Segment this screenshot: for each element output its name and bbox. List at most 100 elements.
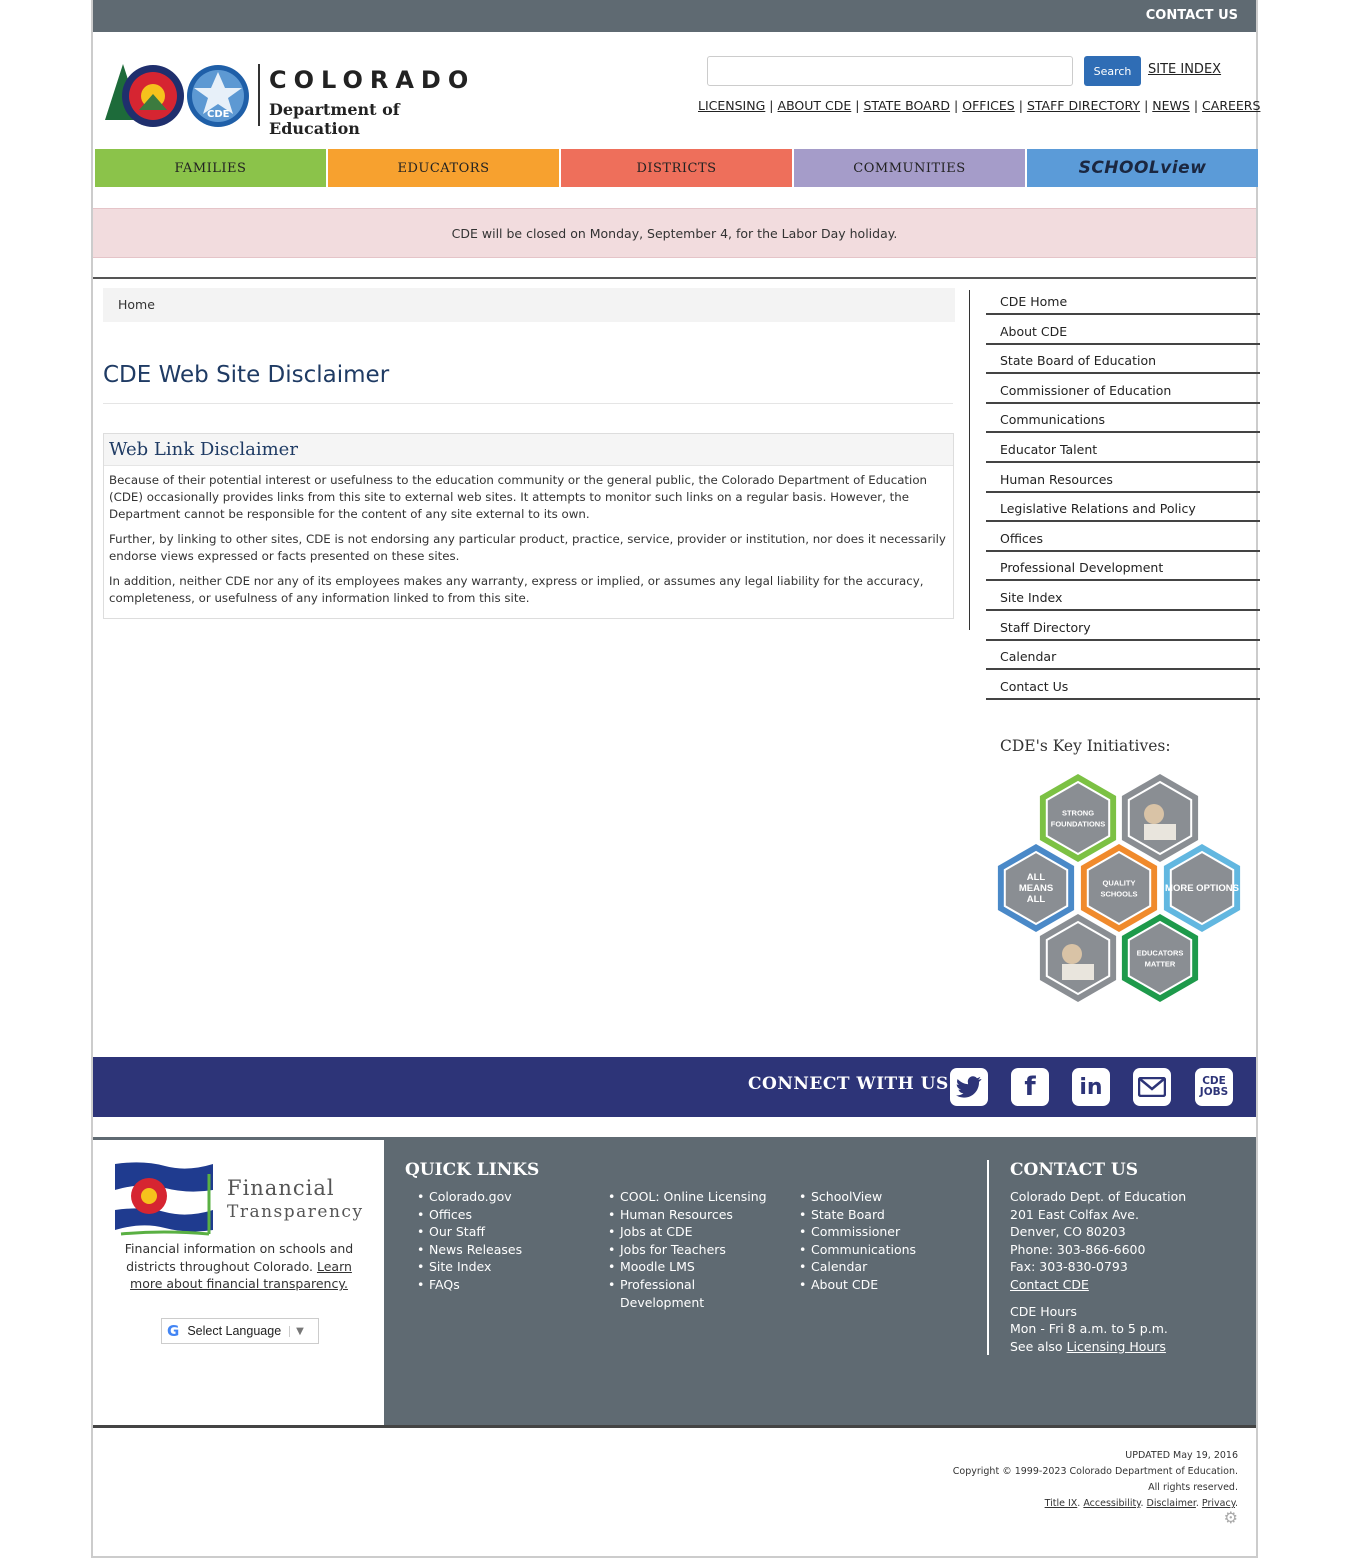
site-index-link[interactable]: SITE INDEX xyxy=(1148,62,1221,77)
hex-label: ALL xyxy=(1027,894,1046,905)
about-cde-link[interactable]: ABOUT CDE xyxy=(778,98,852,113)
hex-label: MEANS xyxy=(1019,883,1053,894)
quick-link[interactable]: Moodle LMS xyxy=(608,1258,778,1276)
financial-transparency-text: Financial information on schools and dis… xyxy=(111,1240,367,1293)
sidebar-item-staff-directory[interactable]: Staff Directory xyxy=(986,613,1260,641)
news-link[interactable]: NEWS xyxy=(1152,98,1190,113)
careers-link[interactable]: CAREERS xyxy=(1202,98,1260,113)
sidebar-item-professional-development[interactable]: Professional Development xyxy=(986,553,1260,582)
quick-link[interactable]: Jobs at CDE xyxy=(608,1223,778,1241)
top-contact-link[interactable]: CONTACT US xyxy=(1146,8,1238,23)
title-ix-link[interactable]: Title IX xyxy=(1045,1498,1078,1509)
quick-link[interactable]: Offices xyxy=(417,1206,522,1224)
quick-link[interactable]: About CDE xyxy=(799,1276,916,1294)
quick-link[interactable]: SchoolView xyxy=(799,1188,916,1206)
see-also-label: See also xyxy=(1010,1338,1063,1354)
contact-line: Phone: 303-866-6600 xyxy=(1010,1241,1146,1257)
nav-communities[interactable]: COMMUNITIES xyxy=(794,149,1025,187)
twitter-icon[interactable] xyxy=(950,1068,988,1106)
hours-text: Mon - Fri 8 a.m. to 5 p.m. xyxy=(1010,1321,1168,1337)
contact-title: CONTACT US xyxy=(1010,1160,1138,1180)
search-input[interactable] xyxy=(707,56,1073,86)
quick-link[interactable]: Human Resources xyxy=(608,1206,778,1224)
fin-title-line1: Financial xyxy=(227,1176,335,1200)
sidebar-item-contact-us[interactable]: Contact Us xyxy=(986,672,1260,700)
nav-educators[interactable]: EDUCATORS xyxy=(328,149,559,187)
cde-jobs-icon[interactable]: CDE JOBS xyxy=(1195,1068,1233,1106)
sidebar-item-legislative[interactable]: Legislative Relations and Policy xyxy=(986,494,1260,523)
legal-info: UPDATED May 19, 2016 Copyright © 1999-20… xyxy=(953,1448,1238,1526)
disclaimer-paragraph: In addition, neither CDE nor any of its … xyxy=(109,574,924,605)
quick-links-col3: SchoolView State Board Commissioner Comm… xyxy=(799,1188,916,1294)
fin-title-line2: Transparency xyxy=(227,1202,364,1222)
initiative-hex[interactable]: MORE OPTIONS xyxy=(1163,844,1241,932)
alert-banner: CDE will be closed on Monday, September … xyxy=(93,208,1256,258)
sidebar-item-about-cde[interactable]: About CDE xyxy=(986,317,1260,345)
sidebar-item-offices[interactable]: Offices xyxy=(986,524,1260,552)
sidebar-item-state-board[interactable]: State Board of Education xyxy=(986,346,1260,375)
nav-schoolview[interactable]: SCHOOLview xyxy=(1027,149,1258,187)
separator: | xyxy=(1193,98,1199,113)
initiative-hex[interactable] xyxy=(1039,914,1117,1002)
photo-placeholder xyxy=(1062,964,1094,980)
see-also-line: See also Licensing Hours xyxy=(1010,1338,1186,1356)
email-icon[interactable] xyxy=(1133,1068,1171,1106)
quick-link[interactable]: Communications xyxy=(799,1241,916,1259)
contact-line: Denver, CO 80203 xyxy=(1010,1224,1126,1240)
quick-link[interactable]: COOL: Online Licensing xyxy=(608,1188,778,1206)
sidebar-item-educator-talent[interactable]: Educator Talent xyxy=(986,435,1260,463)
initiative-hex[interactable]: QUALITY SCHOOLS xyxy=(1080,844,1158,932)
content-divider xyxy=(93,277,1256,279)
contact-cde-link[interactable]: Contact CDE xyxy=(1010,1276,1186,1294)
key-initiatives-title: CDE's Key Initiatives: xyxy=(1000,737,1171,755)
nav-districts[interactable]: DISTRICTS xyxy=(561,149,792,187)
logo-department-text: Department of Education xyxy=(269,100,400,138)
licensing-link[interactable]: LICENSING xyxy=(698,98,765,113)
quick-link[interactable]: Colorado.gov xyxy=(417,1188,522,1206)
sidebar-nav: CDE Home About CDE State Board of Educat… xyxy=(986,287,1260,701)
initiative-hex[interactable]: EDUCATORS MATTER xyxy=(1121,914,1199,1002)
quick-link[interactable]: Calendar xyxy=(799,1258,916,1276)
contact-line: Fax: 303-830-0793 xyxy=(1010,1259,1128,1275)
sidebar-item-cde-home[interactable]: CDE Home xyxy=(986,287,1260,315)
linkedin-icon[interactable]: in xyxy=(1072,1068,1110,1106)
contact-line: 201 East Colfax Ave. xyxy=(1010,1206,1139,1222)
sidebar-item-commissioner[interactable]: Commissioner of Education xyxy=(986,376,1260,404)
breadcrumb-home[interactable]: Home xyxy=(118,297,155,312)
quick-link[interactable]: FAQs xyxy=(417,1276,522,1294)
hex-label: EDUCATORS xyxy=(1137,949,1184,958)
quick-link[interactable]: Our Staff xyxy=(417,1223,522,1241)
offices-link[interactable]: OFFICES xyxy=(962,98,1014,113)
state-board-link[interactable]: STATE BOARD xyxy=(864,98,951,113)
updated-date: UPDATED May 19, 2016 xyxy=(1125,1450,1238,1461)
disclaimer-link[interactable]: Disclaimer xyxy=(1147,1498,1196,1509)
gear-icon[interactable]: ⚙ xyxy=(953,1510,1238,1526)
licensing-hours-link[interactable]: Licensing Hours xyxy=(1067,1339,1166,1354)
nav-families[interactable]: FAMILIES xyxy=(95,149,326,187)
initiative-hex[interactable]: ALLMEANSALL xyxy=(997,844,1075,932)
sidebar-item-site-index[interactable]: Site Index xyxy=(986,583,1260,611)
quick-link[interactable]: Site Index xyxy=(417,1258,522,1276)
quick-link[interactable]: News Releases xyxy=(417,1241,522,1259)
google-icon: G xyxy=(167,1322,180,1340)
initiative-hex[interactable] xyxy=(1121,774,1199,862)
quick-link[interactable]: Commissioner xyxy=(799,1223,916,1241)
sidebar-item-calendar[interactable]: Calendar xyxy=(986,642,1260,671)
hours-title: CDE Hours xyxy=(1010,1303,1077,1319)
sidebar-item-human-resources[interactable]: Human Resources xyxy=(986,465,1260,493)
sidebar-item-communications[interactable]: Communications xyxy=(986,405,1260,434)
quick-link[interactable]: State Board xyxy=(799,1206,916,1224)
cde-logo[interactable]: CDE COLORADO Department of Education xyxy=(101,58,481,138)
separator: | xyxy=(1018,98,1023,113)
search-button[interactable]: Search xyxy=(1084,56,1141,86)
contact-info: Colorado Dept. of Education 201 East Col… xyxy=(1010,1188,1186,1355)
quick-link[interactable]: Jobs for Teachers xyxy=(608,1241,778,1259)
key-initiatives-graphic[interactable]: STRONG FOUNDATIONS ALL MEANS ALL QUALITY SCHOO… xyxy=(997,770,1248,1010)
accessibility-link[interactable]: Accessibility xyxy=(1083,1498,1140,1509)
facebook-icon[interactable]: f xyxy=(1011,1068,1049,1106)
quick-link[interactable]: Professional Development xyxy=(608,1276,730,1311)
initiative-hex[interactable]: STRONG FOUNDATIONS xyxy=(1039,774,1117,862)
language-select[interactable]: G Select Language ▼ xyxy=(161,1318,319,1344)
rights: All rights reserved. xyxy=(1148,1482,1238,1493)
staff-directory-link[interactable]: STAFF DIRECTORY xyxy=(1027,98,1140,113)
